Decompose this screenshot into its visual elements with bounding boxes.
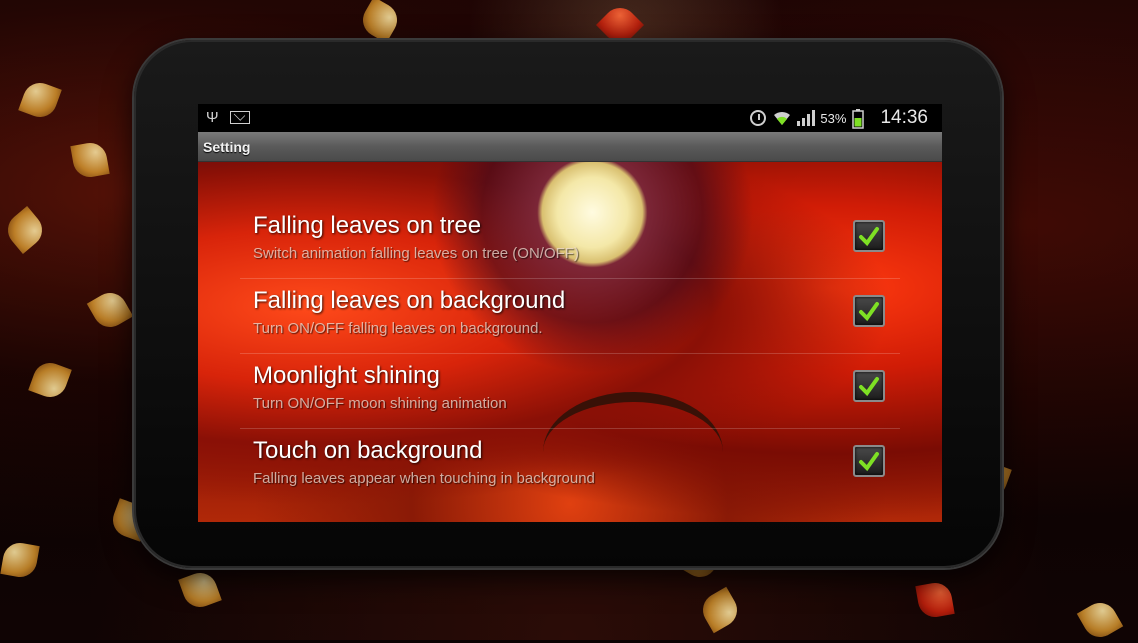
pref-falling-leaves-tree[interactable]: Falling leaves on tree Switch animation … xyxy=(198,204,942,279)
alarm-icon xyxy=(750,110,767,126)
page-title: Setting xyxy=(203,139,251,155)
pref-touch-on-background[interactable]: Touch on background Falling leaves appea… xyxy=(198,429,942,504)
wifi-icon xyxy=(772,109,791,127)
battery-icon xyxy=(852,109,870,129)
check-icon xyxy=(859,377,879,397)
pref-falling-leaves-background[interactable]: Falling leaves on background Turn ON/OFF… xyxy=(198,279,942,354)
pref-title: Falling leaves on background xyxy=(253,287,566,314)
pref-title: Touch on background xyxy=(253,437,483,464)
falling-leaves-tree-checkbox[interactable] xyxy=(853,220,885,252)
pref-title: Falling leaves on tree xyxy=(253,212,482,239)
pref-title: Moonlight shining xyxy=(253,362,440,389)
touch-on-background-checkbox[interactable] xyxy=(853,445,885,477)
pref-summary: Falling leaves appear when touching in b… xyxy=(253,470,595,487)
pref-moonlight-shining[interactable]: Moonlight shining Turn ON/OFF moon shini… xyxy=(198,354,942,429)
pref-summary: Turn ON/OFF moon shining animation xyxy=(253,395,507,412)
clock: 14:36 xyxy=(880,107,928,128)
pref-summary: Switch animation falling leaves on tree … xyxy=(253,245,579,262)
check-icon xyxy=(859,227,879,247)
battery-percent: 53% xyxy=(820,110,847,126)
status-bar: Ψ 53% 14:36 xyxy=(198,104,942,132)
usb-icon: Ψ xyxy=(206,109,219,126)
email-icon xyxy=(230,111,250,124)
falling-leaves-background-checkbox[interactable] xyxy=(853,295,885,327)
check-icon xyxy=(859,302,879,322)
moonlight-shining-checkbox[interactable] xyxy=(853,370,885,402)
signal-icon xyxy=(796,109,816,127)
pref-summary: Turn ON/OFF falling leaves on background… xyxy=(253,320,543,337)
title-bar: Setting xyxy=(198,132,942,162)
device-screen: Ψ 53% 14:36 Setting Falling leaves on tr… xyxy=(198,104,942,522)
check-icon xyxy=(859,452,879,472)
